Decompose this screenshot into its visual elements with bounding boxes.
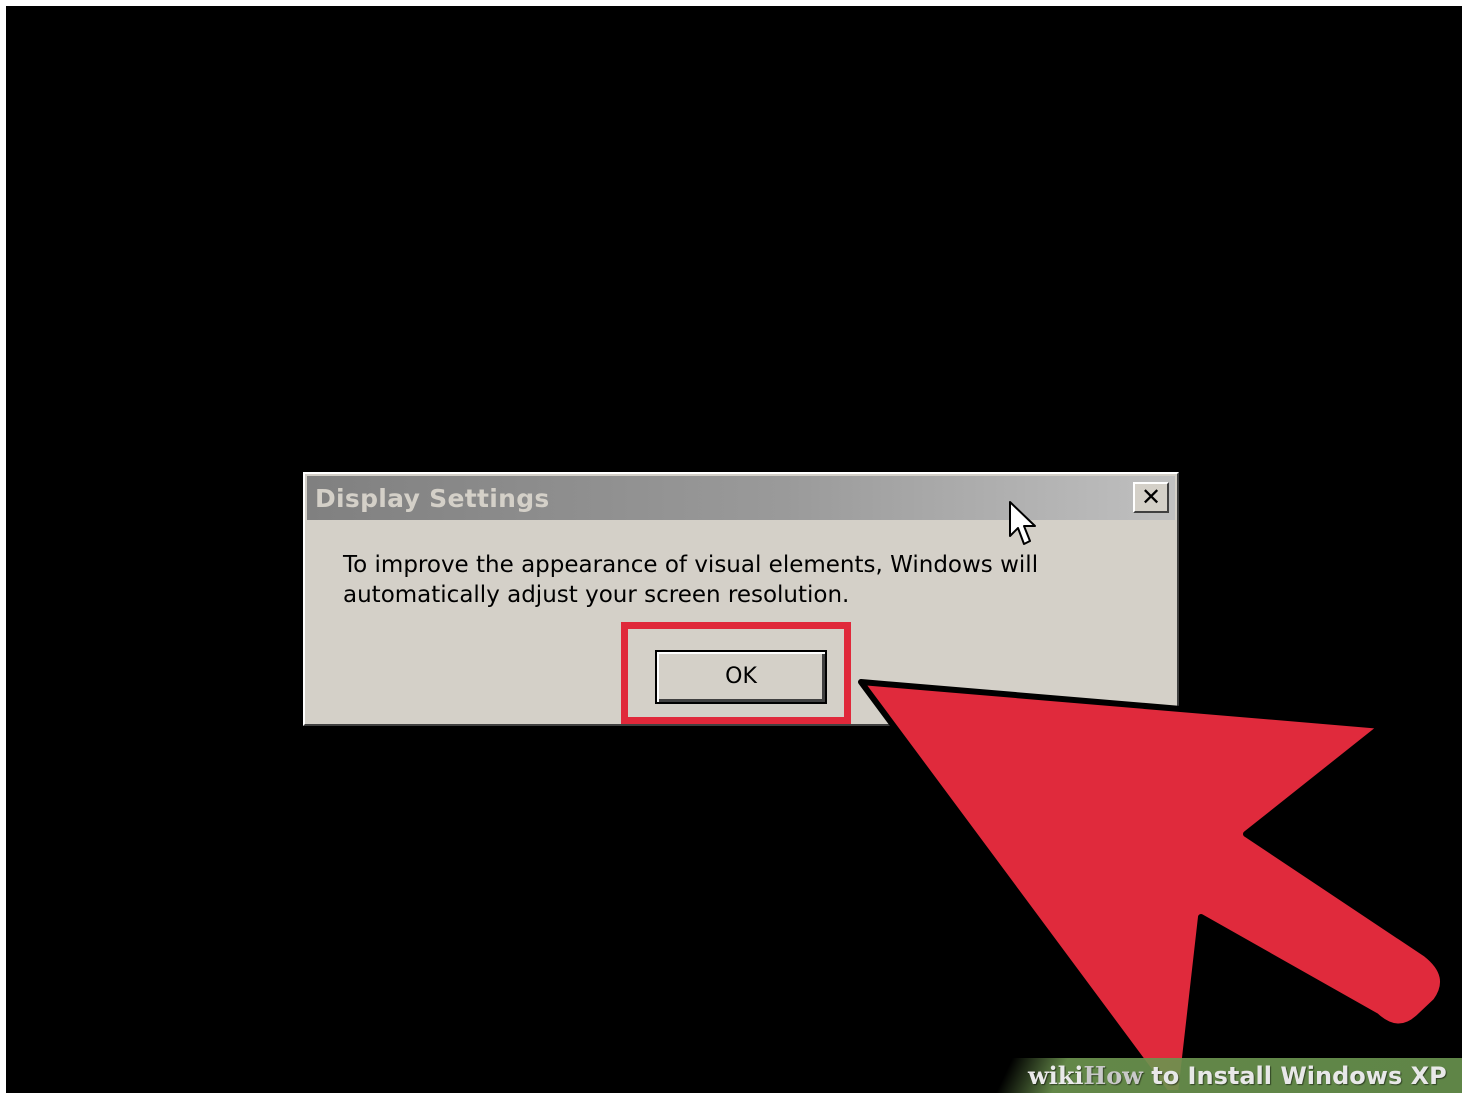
watermark-caption: to Install Windows XP [1142,1062,1447,1090]
screen: Display Settings ✕ To improve the appear… [6,6,1462,1093]
red-arrow-icon [858,679,1447,1093]
watermark-wiki: wiki [1028,1061,1084,1090]
watermark: wikiHow to Install Windows XP [1028,1061,1447,1090]
watermark-how: How [1083,1061,1143,1090]
